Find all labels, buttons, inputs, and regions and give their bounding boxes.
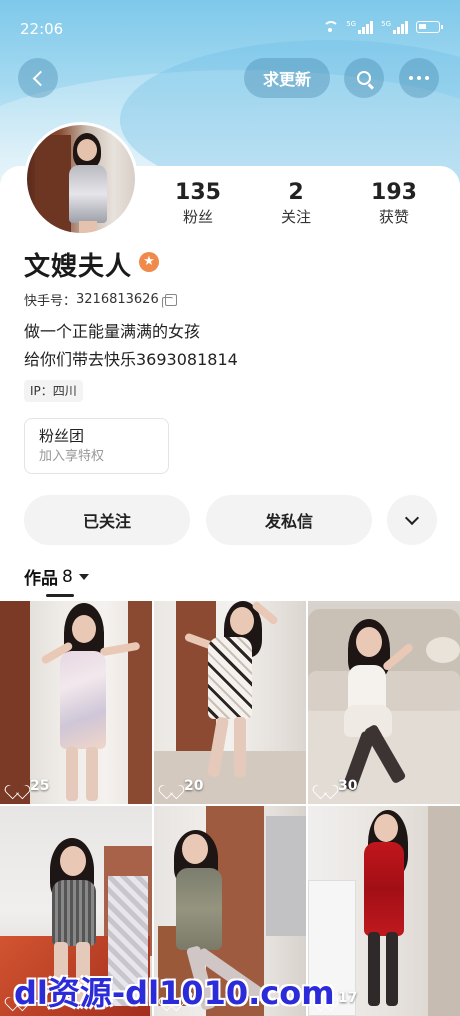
star-badge-icon[interactable]: ★ [139, 252, 159, 272]
signal-icon-2: 5G [381, 20, 408, 34]
id-value: 3216813626 [76, 292, 159, 307]
caret-down-icon [78, 573, 89, 580]
heart-icon [164, 779, 179, 793]
followed-button[interactable]: 已关注 [24, 495, 190, 545]
heart-icon [10, 779, 25, 793]
works-count: 8 [62, 566, 73, 587]
video-thumbnail[interactable]: 20 [154, 601, 306, 804]
chevron-down-icon [404, 510, 420, 526]
more-button[interactable] [399, 58, 439, 98]
like-count: 25 [10, 778, 49, 794]
send-message-button[interactable]: 发私信 [206, 495, 372, 545]
more-icon [409, 76, 429, 80]
fan-group-title: 粉丝团 [39, 427, 85, 445]
works-grid: 25 20 30 17 25 17 [0, 601, 460, 1016]
status-icons: 5G 5G [322, 20, 443, 34]
search-button[interactable] [344, 58, 384, 98]
avatar[interactable] [24, 122, 138, 236]
expand-button[interactable] [387, 495, 437, 545]
following-label: 关注 [280, 208, 311, 226]
battery-icon [416, 21, 443, 33]
video-thumbnail[interactable]: 25 [0, 601, 152, 804]
bio-line-1: 做一个正能量满满的女孩 [24, 322, 201, 341]
works-label: 作品 [24, 569, 58, 589]
like-count: 30 [318, 778, 357, 794]
copy-icon[interactable] [161, 293, 177, 308]
like-count: 20 [164, 778, 203, 794]
chevron-left-icon [32, 70, 48, 86]
request-update-button[interactable]: 求更新 [244, 58, 330, 98]
fan-group-subtitle: 加入享特权 [39, 449, 105, 464]
tab-underline [46, 594, 74, 597]
back-button[interactable] [18, 58, 58, 98]
fans-label: 粉丝 [182, 208, 213, 226]
stat-following[interactable]: 2 关注 [256, 180, 336, 228]
bio-line-2: 给你们带去快乐3693081814 [24, 350, 238, 369]
kuaishou-id: 快手号： 3216813626 [24, 290, 177, 309]
watermark: dl资源-dl1010.com [14, 974, 335, 1012]
id-label: 快手号： [24, 294, 77, 309]
stat-fans[interactable]: 135 粉丝 [158, 180, 238, 228]
fans-count: 135 [175, 180, 221, 205]
ip-location-tag: IP：四川 [24, 380, 83, 402]
video-thumbnail[interactable]: 30 [308, 601, 460, 804]
stat-likes[interactable]: 193 获赞 [354, 180, 434, 228]
signal-icon: 5G [346, 20, 374, 34]
user-name: 文嫂夫人 [24, 252, 133, 282]
status-time: 22:06 [20, 20, 64, 38]
likes-count: 193 [371, 180, 417, 205]
search-icon [357, 71, 371, 85]
wifi-icon [322, 20, 340, 34]
fan-group-card[interactable]: 粉丝团 加入享特权 [24, 418, 169, 474]
likes-label: 获赞 [378, 208, 409, 226]
following-count: 2 [288, 180, 304, 205]
status-bar: 22:06 5G 5G [0, 0, 460, 56]
tab-works[interactable]: 作品 8 [24, 564, 89, 589]
heart-icon [318, 779, 333, 793]
